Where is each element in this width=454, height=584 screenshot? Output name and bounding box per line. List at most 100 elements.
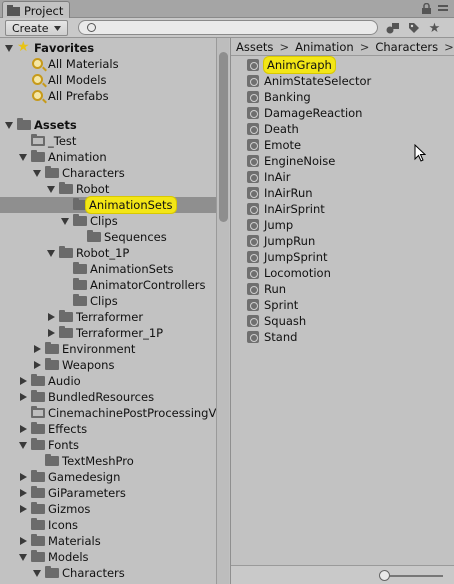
tree-item[interactable]: Sequences [0,229,216,245]
folder-icon [31,470,45,482]
icon-size-slider[interactable] [383,575,443,577]
script-asset-icon [247,91,259,103]
favorite-item[interactable]: All Prefabs [0,88,216,104]
tree-item-label: Characters [62,166,125,180]
folder-tree[interactable]: ★ Favorites All Materials All Models All… [0,38,216,584]
tree-item-label: Gamedesign [48,470,121,484]
expand-arrow-icon[interactable] [19,554,27,561]
tree-item[interactable]: AnimatorControllers [0,277,216,293]
script-asset-icon [247,219,259,231]
tree-item-label: Weapons [62,358,115,372]
tree-item[interactable]: Environment [0,341,216,357]
tree-item[interactable]: Gamedesign [0,469,216,485]
tree-item[interactable]: Terraformer [0,309,216,325]
search-input[interactable] [101,21,361,34]
tree-item[interactable]: Gizmos [0,501,216,517]
tree-item[interactable]: Characters [0,565,216,581]
favorite-button[interactable]: ★ [425,20,444,36]
tree-item[interactable]: _Test [0,133,216,149]
tab-project[interactable]: Project [2,1,71,19]
collapse-arrow-icon[interactable] [34,361,41,369]
scrollbar-thumb[interactable] [219,52,228,222]
tree-item-label: Effects [48,422,88,436]
tree-item[interactable]: Materials [0,533,216,549]
folder-icon [31,502,45,514]
tree-item[interactable]: Clips [0,293,216,309]
tree-item[interactable]: CinemachinePostProcessingV [0,405,216,421]
favorite-item-label: All Models [48,73,107,87]
favorites-header[interactable]: ★ Favorites [0,39,216,56]
collapse-arrow-icon[interactable] [20,473,27,481]
folder-icon [45,566,59,578]
tree-item[interactable]: Icons [0,517,216,533]
collapse-arrow-icon[interactable] [20,505,27,513]
tree-item[interactable]: Fonts [0,437,216,453]
lock-icon[interactable] [422,3,431,14]
tree-item[interactable]: Characters [0,165,216,181]
star-icon: ★ [428,20,441,36]
tree-item[interactable]: AnimationSets [0,261,216,277]
slider-knob[interactable] [379,570,390,581]
search-filter-icon [32,58,43,69]
breadcrumb-item[interactable]: Characters [375,40,438,54]
folder-icon [31,390,45,402]
collapse-arrow-icon[interactable] [20,393,27,401]
tree-item-label: TextMeshPro [62,454,134,468]
breadcrumb-separator-icon: > [359,39,370,54]
tree-scrollbar[interactable] [216,38,229,584]
collapse-arrow-icon[interactable] [20,537,27,545]
create-button[interactable]: Create [5,20,68,36]
breadcrumb-item[interactable]: Assets [236,40,273,54]
collapse-arrow-icon[interactable] [48,329,55,337]
collapse-arrow-icon[interactable] [20,377,27,385]
tree-item-selected[interactable]: AnimationSets [0,197,216,213]
tree-item[interactable]: TextMeshPro [0,453,216,469]
script-asset-icon [247,267,259,279]
filter-by-label-button[interactable] [404,20,423,36]
tree-item[interactable]: Robot_1P [0,245,216,261]
expand-arrow-icon[interactable] [33,570,41,577]
tree-item[interactable]: Models [0,549,216,565]
asset-list-pane[interactable]: Assets > Animation > Characters > AnimGr… [230,38,454,584]
expand-arrow-icon[interactable] [33,170,41,177]
tree-item[interactable]: Clips [0,213,216,229]
folder-icon [59,182,73,194]
asset-label: JumpSprint [264,250,328,264]
expand-arrow-icon[interactable] [19,154,27,161]
tree-item[interactable]: BundledResources [0,389,216,405]
expand-arrow-icon[interactable] [47,186,55,193]
collapse-arrow-icon[interactable] [34,345,41,353]
tree-item[interactable]: GiParameters [0,485,216,501]
asset-label: Squash [264,314,307,328]
favorite-item[interactable]: All Models [0,72,216,88]
favorite-item[interactable]: All Materials [0,56,216,72]
asset-label: Banking [264,90,311,104]
expand-arrow-icon[interactable] [47,250,55,257]
tree-item[interactable]: Effects [0,421,216,437]
expand-arrow-icon[interactable] [5,122,13,129]
collapse-arrow-icon[interactable] [48,313,55,321]
folder-icon [45,342,59,354]
tree-item[interactable]: Weapons [0,357,216,373]
tab-title: Project [24,3,64,18]
tree-item-label: Clips [90,214,118,228]
collapse-arrow-icon[interactable] [20,425,27,433]
folder-icon [59,326,73,338]
search-field[interactable] [78,20,378,35]
tree-item[interactable]: Terraformer_1P [0,325,216,341]
asset-label: Run [264,282,287,296]
favorite-item-label: All Materials [48,57,119,71]
breadcrumb-item[interactable]: Animation [295,40,354,54]
collapse-arrow-icon[interactable] [20,489,27,497]
expand-arrow-icon[interactable] [19,442,27,449]
menu-icon[interactable] [438,4,448,14]
tree-item[interactable]: Robot [0,181,216,197]
tree-item[interactable]: Animation [0,149,216,165]
tree-item-label: Fonts [48,438,80,452]
assets-header[interactable]: Assets [0,117,216,133]
tree-item[interactable]: Audio [0,373,216,389]
script-asset-icon [247,139,259,151]
expand-arrow-icon[interactable] [5,45,13,52]
filter-by-type-button[interactable] [383,20,402,36]
expand-arrow-icon[interactable] [61,218,69,225]
